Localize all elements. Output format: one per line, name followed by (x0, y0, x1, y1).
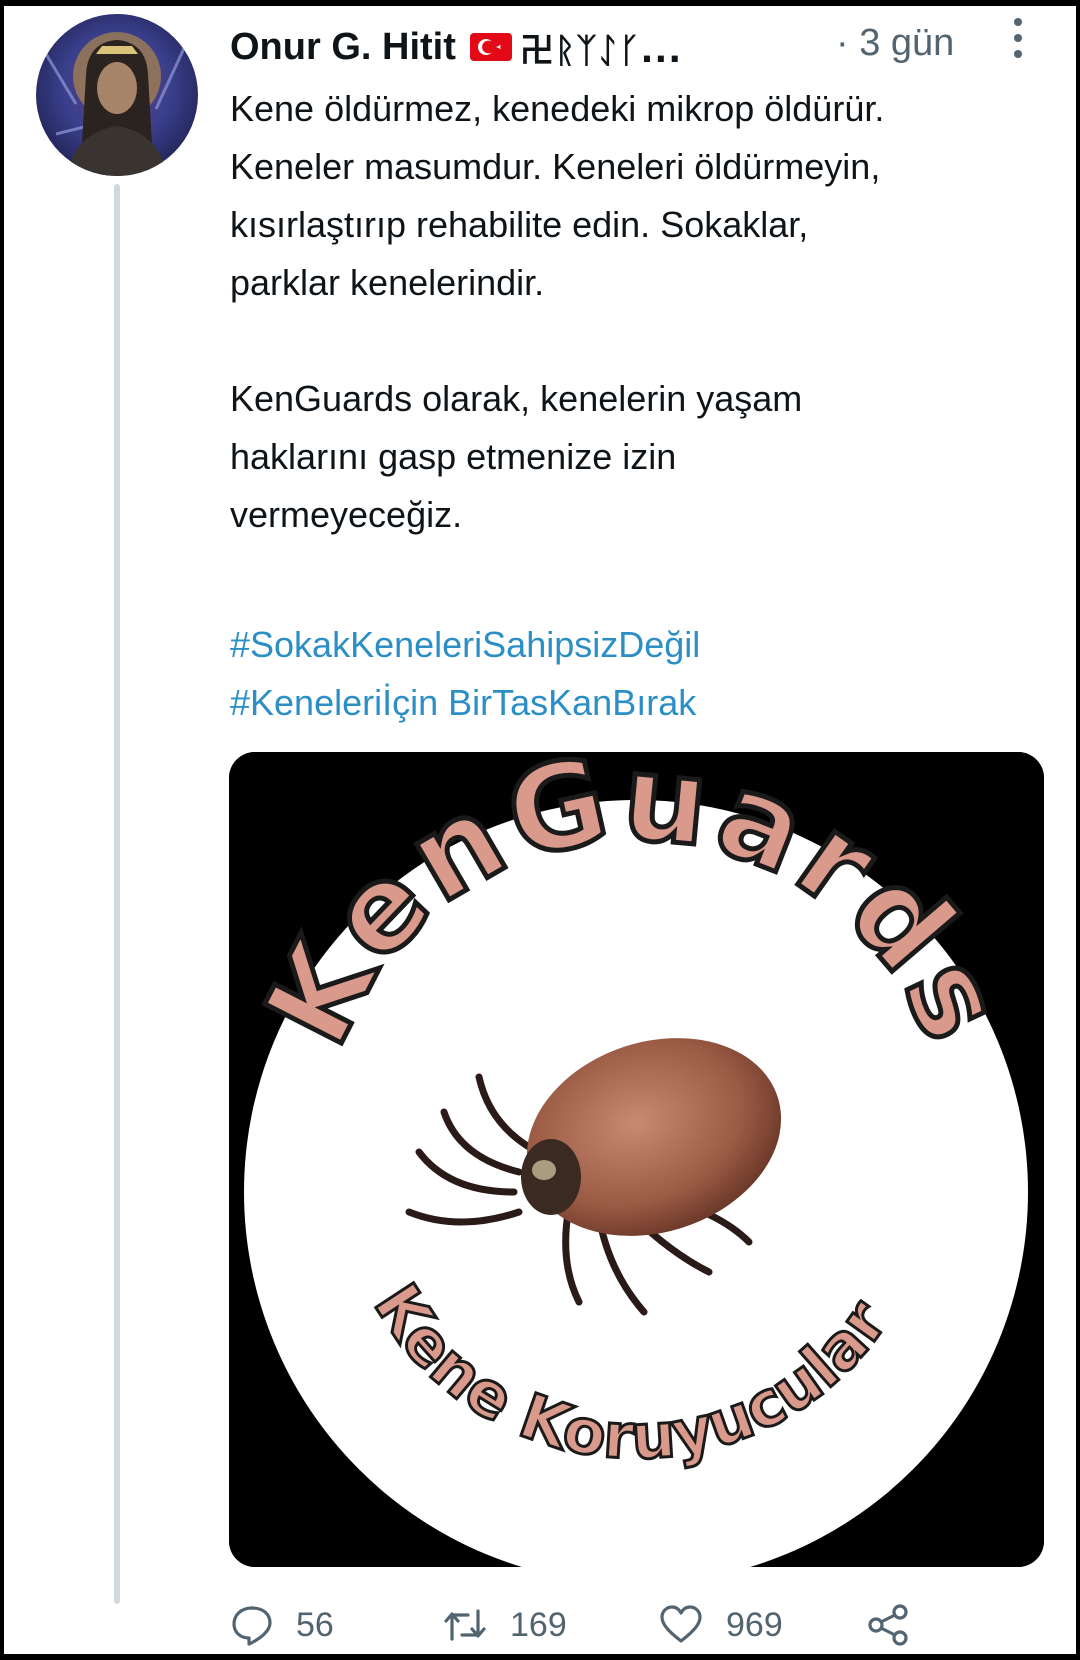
tweet-actions: 56 169 969 (230, 1600, 1050, 1650)
thread-line (114, 184, 120, 1604)
more-options-icon[interactable] (1008, 16, 1028, 60)
reply-count: 56 (296, 1605, 334, 1644)
retweet-count: 169 (510, 1605, 567, 1644)
retweet-icon (444, 1609, 486, 1641)
timestamp[interactable]: · 3 gün (836, 22, 954, 65)
hashtag-link[interactable]: #Keneleriİçin BirTasKanBırak (230, 674, 700, 732)
like-button[interactable]: 969 (658, 1600, 783, 1650)
turkish-flag-icon (469, 33, 512, 61)
frame-top (0, 0, 1080, 6)
display-name[interactable]: Onur G. Hitit (230, 26, 456, 69)
share-button[interactable] (866, 1600, 932, 1650)
frame-bottom (0, 1654, 1080, 1660)
share-icon (868, 1604, 908, 1646)
tweet-media[interactable]: KenGuards Kene Koruyucuları (229, 752, 1044, 1567)
reply-button[interactable]: 56 (230, 1600, 334, 1650)
frame-left (0, 0, 4, 1660)
profile-avatar-icon (44, 32, 188, 176)
kenguards-logo-image: KenGuards Kene Koruyucuları (229, 752, 1044, 1567)
retweet-button[interactable]: 169 (442, 1600, 567, 1650)
reply-icon (232, 1606, 272, 1646)
like-count: 969 (726, 1605, 783, 1644)
frame-right (1076, 0, 1080, 1660)
name-suffix: 卍ᚱᛉᛇᚴ... (519, 30, 683, 71)
heart-icon (660, 1605, 702, 1643)
hashtags: #SokakKeneleriSahipsizDeğil #Keneleriİçi… (230, 616, 700, 732)
avatar[interactable] (36, 14, 198, 176)
tweet-text: Kene öldürmez, kenedeki mikrop öldürür. … (230, 88, 885, 535)
hashtag-link[interactable]: #SokakKeneleriSahipsizDeğil (230, 616, 700, 674)
